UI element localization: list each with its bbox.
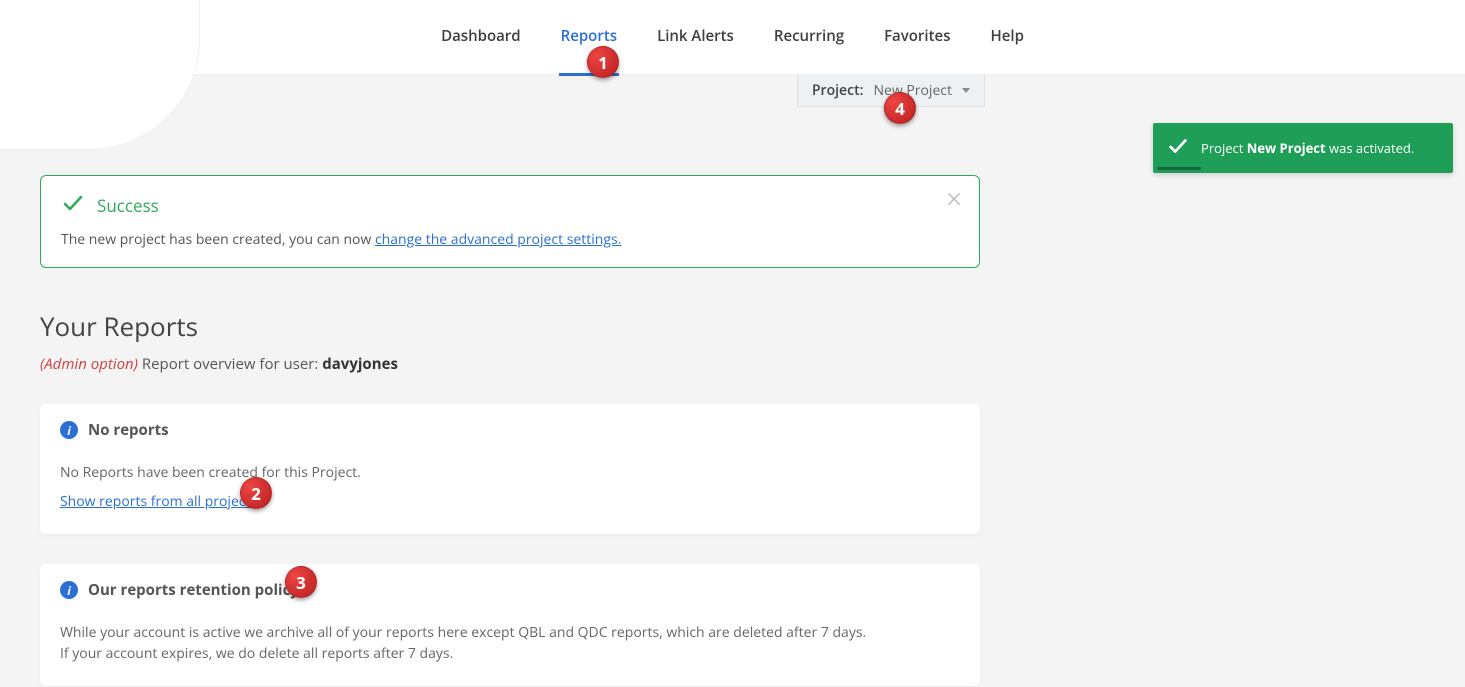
top-nav-bar: Dashboard Reports Link Alerts Recurring … xyxy=(0,0,1465,75)
alert-settings-link[interactable]: change the advanced project settings. xyxy=(375,230,621,249)
alert-title: Success xyxy=(97,194,159,217)
main-nav: Dashboard Reports Link Alerts Recurring … xyxy=(0,0,1465,74)
toast-prefix: Project xyxy=(1201,139,1247,157)
project-selector-label: Project: xyxy=(812,81,864,100)
retention-card: i Our reports retention policy While you… xyxy=(40,564,980,686)
toast-project-name: New Project xyxy=(1247,139,1326,157)
annotation-marker-4: 4 xyxy=(884,92,916,124)
project-selector-value: New Project xyxy=(873,81,952,100)
admin-option-label: (Admin option) xyxy=(40,354,138,374)
annotation-marker-3: 3 xyxy=(285,566,317,598)
alert-success: Success The new project has been created… xyxy=(40,175,980,268)
nav-help[interactable]: Help xyxy=(988,0,1025,76)
annotation-marker-2: 2 xyxy=(240,477,272,509)
check-icon xyxy=(61,191,85,220)
no-reports-body: No Reports have been created for this Pr… xyxy=(60,462,960,483)
check-icon xyxy=(1167,135,1189,161)
toast-progress xyxy=(1157,167,1201,170)
show-all-projects-link[interactable]: Show reports from all projects xyxy=(60,492,257,511)
username: davyjones xyxy=(322,354,398,374)
toast-suffix: was activated. xyxy=(1326,139,1415,157)
nav-link-alerts[interactable]: Link Alerts xyxy=(655,0,736,76)
chevron-down-icon xyxy=(962,88,970,93)
nav-favorites[interactable]: Favorites xyxy=(882,0,952,76)
info-icon: i xyxy=(60,421,78,439)
toast-activated: Project New Project was activated. xyxy=(1153,123,1453,173)
info-icon: i xyxy=(60,581,78,599)
page-content: Success The new project has been created… xyxy=(40,175,980,686)
close-icon[interactable] xyxy=(945,190,963,211)
toast-text: Project New Project was activated. xyxy=(1201,139,1414,157)
retention-line2: If your account expires, we do delete al… xyxy=(60,643,960,664)
alert-message: The new project has been created, you ca… xyxy=(61,230,959,249)
page-subtitle: (Admin option) Report overview for user:… xyxy=(40,354,980,374)
alert-message-text: The new project has been created, you ca… xyxy=(61,230,375,249)
retention-line1: While your account is active we archive … xyxy=(60,622,960,643)
no-reports-card: i No reports No Reports have been create… xyxy=(40,404,980,534)
retention-title: Our reports retention policy xyxy=(88,580,299,600)
page-title: Your Reports xyxy=(40,308,980,344)
logo-curve xyxy=(0,0,200,150)
nav-recurring[interactable]: Recurring xyxy=(772,0,846,76)
overview-text: Report overview for user: xyxy=(138,354,322,374)
annotation-marker-1: 1 xyxy=(587,46,619,78)
nav-dashboard[interactable]: Dashboard xyxy=(439,0,523,76)
no-reports-title: No reports xyxy=(88,420,169,440)
